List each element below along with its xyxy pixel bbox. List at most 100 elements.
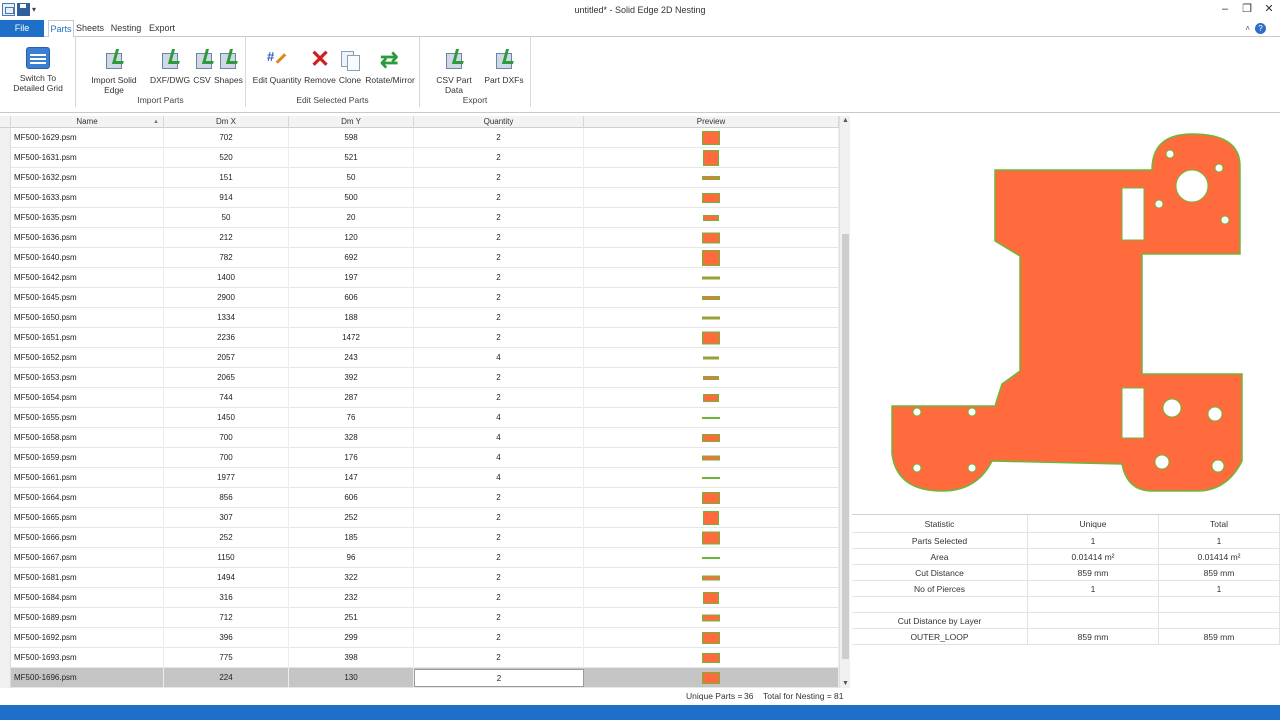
dm-y-cell[interactable]: 606 [289, 488, 414, 508]
column-header-quantity[interactable]: Quantity [414, 116, 584, 128]
grid-vertical-scrollbar[interactable]: ▲ ▼ [839, 116, 850, 688]
dm-x-cell[interactable]: 914 [164, 188, 289, 208]
dm-x-cell[interactable]: 307 [164, 508, 289, 528]
dm-x-cell[interactable]: 744 [164, 388, 289, 408]
part-name-cell[interactable]: MF500-1667.psm [11, 548, 164, 568]
dm-y-cell[interactable]: 328 [289, 428, 414, 448]
dm-x-cell[interactable]: 712 [164, 608, 289, 628]
quantity-cell[interactable]: 4 [414, 468, 584, 488]
row-selector[interactable] [0, 568, 11, 588]
tab-export[interactable]: Export [148, 20, 176, 37]
part-name-cell[interactable]: MF500-1633.psm [11, 188, 164, 208]
part-dxfs-button[interactable]: Part DXFs [484, 49, 524, 85]
quantity-cell[interactable]: 2 [414, 648, 584, 668]
dm-x-cell[interactable]: 316 [164, 588, 289, 608]
row-selector[interactable] [0, 388, 11, 408]
table-row[interactable]: MF500-1666.psm 252 185 2 [0, 528, 839, 548]
row-selector[interactable] [0, 348, 11, 368]
row-selector[interactable] [0, 508, 11, 528]
part-name-cell[interactable]: MF500-1651.psm [11, 328, 164, 348]
dm-y-cell[interactable]: 188 [289, 308, 414, 328]
switch-detailed-grid-button[interactable]: Switch To Detailed Grid [10, 47, 66, 93]
dm-y-cell[interactable]: 500 [289, 188, 414, 208]
quantity-cell[interactable]: 4 [414, 348, 584, 368]
dm-x-cell[interactable]: 700 [164, 448, 289, 468]
dm-x-cell[interactable]: 2057 [164, 348, 289, 368]
quantity-cell[interactable]: 4 [414, 408, 584, 428]
tab-parts[interactable]: Parts [48, 20, 74, 38]
row-selector[interactable] [0, 628, 11, 648]
scroll-down-icon[interactable]: ▼ [841, 680, 850, 687]
table-row[interactable]: MF500-1689.psm 712 251 2 [0, 608, 839, 628]
table-row[interactable]: MF500-1636.psm 212 120 2 [0, 228, 839, 248]
row-selector[interactable] [0, 648, 11, 668]
quantity-cell[interactable]: 2 [414, 628, 584, 648]
dm-y-cell[interactable]: 232 [289, 588, 414, 608]
part-name-cell[interactable]: MF500-1693.psm [11, 648, 164, 668]
part-name-cell[interactable]: MF500-1652.psm [11, 348, 164, 368]
dm-y-cell[interactable]: 197 [289, 268, 414, 288]
part-name-cell[interactable]: MF500-1658.psm [11, 428, 164, 448]
row-selector[interactable] [0, 268, 11, 288]
row-selector[interactable] [0, 368, 11, 388]
dm-y-cell[interactable]: 252 [289, 508, 414, 528]
dm-y-cell[interactable]: 50 [289, 168, 414, 188]
table-row[interactable]: MF500-1661.psm 1977 147 4 [0, 468, 839, 488]
dm-y-cell[interactable]: 130 [289, 668, 414, 688]
column-header-preview[interactable]: Preview [584, 116, 839, 128]
row-selector[interactable] [0, 248, 11, 268]
quantity-cell[interactable]: 4 [414, 448, 584, 468]
dm-x-cell[interactable]: 1977 [164, 468, 289, 488]
table-row[interactable]: MF500-1633.psm 914 500 2 [0, 188, 839, 208]
table-row[interactable]: MF500-1635.psm 50 20 2 [0, 208, 839, 228]
quantity-cell[interactable]: 2 [414, 228, 584, 248]
row-selector[interactable] [0, 228, 11, 248]
dm-y-cell[interactable]: 243 [289, 348, 414, 368]
row-selector[interactable] [0, 448, 11, 468]
table-row[interactable]: MF500-1665.psm 307 252 2 [0, 508, 839, 528]
quantity-cell[interactable]: 2 [414, 168, 584, 188]
dm-y-cell[interactable]: 185 [289, 528, 414, 548]
dm-x-cell[interactable]: 224 [164, 668, 289, 688]
table-row[interactable]: MF500-1659.psm 700 176 4 [0, 448, 839, 468]
table-row[interactable]: MF500-1645.psm 2900 606 2 [0, 288, 839, 308]
quantity-cell[interactable]: 2 [414, 268, 584, 288]
table-row[interactable]: MF500-1651.psm 2236 1472 2 [0, 328, 839, 348]
quantity-cell[interactable]: 2 [414, 148, 584, 168]
table-row[interactable]: MF500-1640.psm 782 692 2 [0, 248, 839, 268]
quantity-cell[interactable]: 2 [414, 248, 584, 268]
quantity-cell[interactable]: 2 [414, 669, 584, 687]
part-name-cell[interactable]: MF500-1650.psm [11, 308, 164, 328]
dm-x-cell[interactable]: 50 [164, 208, 289, 228]
quantity-cell[interactable]: 2 [414, 188, 584, 208]
dm-y-cell[interactable]: 20 [289, 208, 414, 228]
close-button[interactable]: ✕ [1258, 2, 1280, 17]
table-row[interactable]: MF500-1632.psm 151 50 2 [0, 168, 839, 188]
dm-x-cell[interactable]: 151 [164, 168, 289, 188]
tab-sheets[interactable]: Sheets [76, 20, 104, 37]
help-icon[interactable]: ? [1255, 23, 1266, 34]
part-name-cell[interactable]: MF500-1689.psm [11, 608, 164, 628]
dm-y-cell[interactable]: 120 [289, 228, 414, 248]
part-name-cell[interactable]: MF500-1692.psm [11, 628, 164, 648]
quantity-cell[interactable]: 2 [414, 568, 584, 588]
scrollbar-thumb[interactable] [842, 234, 849, 659]
row-selector[interactable] [0, 588, 11, 608]
remove-button[interactable]: ✕ Remove [304, 48, 336, 86]
dm-x-cell[interactable]: 212 [164, 228, 289, 248]
import-solid-edge-button[interactable]: Import Solid Edge [82, 49, 146, 95]
part-name-cell[interactable]: MF500-1636.psm [11, 228, 164, 248]
quantity-cell[interactable]: 2 [414, 508, 584, 528]
dm-x-cell[interactable]: 856 [164, 488, 289, 508]
row-selector[interactable] [0, 128, 11, 148]
clone-button[interactable]: Clone [338, 49, 362, 85]
row-selector[interactable] [0, 548, 11, 568]
quantity-cell[interactable]: 2 [414, 388, 584, 408]
quantity-cell[interactable]: 2 [414, 308, 584, 328]
table-row[interactable]: MF500-1693.psm 775 398 2 [0, 648, 839, 668]
part-name-cell[interactable]: MF500-1655.psm [11, 408, 164, 428]
part-name-cell[interactable]: MF500-1661.psm [11, 468, 164, 488]
table-row[interactable]: MF500-1652.psm 2057 243 4 [0, 348, 839, 368]
table-row[interactable]: MF500-1655.psm 1450 76 4 [0, 408, 839, 428]
dm-y-cell[interactable]: 521 [289, 148, 414, 168]
